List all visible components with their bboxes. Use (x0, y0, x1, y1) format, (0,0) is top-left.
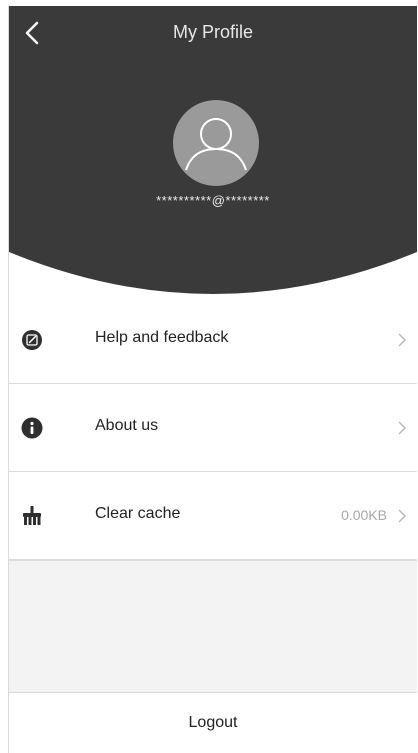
menu-item-about-us[interactable]: About us (9, 384, 417, 472)
page-title: My Profile (172, 22, 253, 42)
profile-screen: My Profile **********@******** Help and … (8, 6, 417, 753)
menu-item-help-feedback[interactable]: Help and feedback (9, 296, 417, 384)
user-email: **********@******** (156, 193, 270, 208)
chevron-right-icon (398, 509, 406, 523)
info-icon (21, 417, 43, 439)
avatar[interactable] (173, 100, 259, 186)
edit-icon (22, 330, 42, 350)
broom-icon (23, 506, 41, 525)
profile-menu: Help and feedback About us Clear cache 0… (9, 296, 417, 560)
cache-size-value: 0.00KB (341, 507, 387, 523)
menu-item-label: Clear cache (95, 505, 181, 522)
logout-button[interactable]: Logout (9, 692, 417, 753)
menu-item-label: About us (95, 417, 159, 434)
chevron-right-icon (398, 421, 406, 435)
profile-header: My Profile **********@******** (9, 6, 417, 306)
chevron-right-icon (398, 333, 406, 347)
empty-spacer (9, 560, 417, 693)
user-avatar-icon (173, 100, 259, 186)
menu-item-label: Help and feedback (95, 329, 229, 346)
menu-item-clear-cache[interactable]: Clear cache 0.00KB (9, 472, 417, 560)
